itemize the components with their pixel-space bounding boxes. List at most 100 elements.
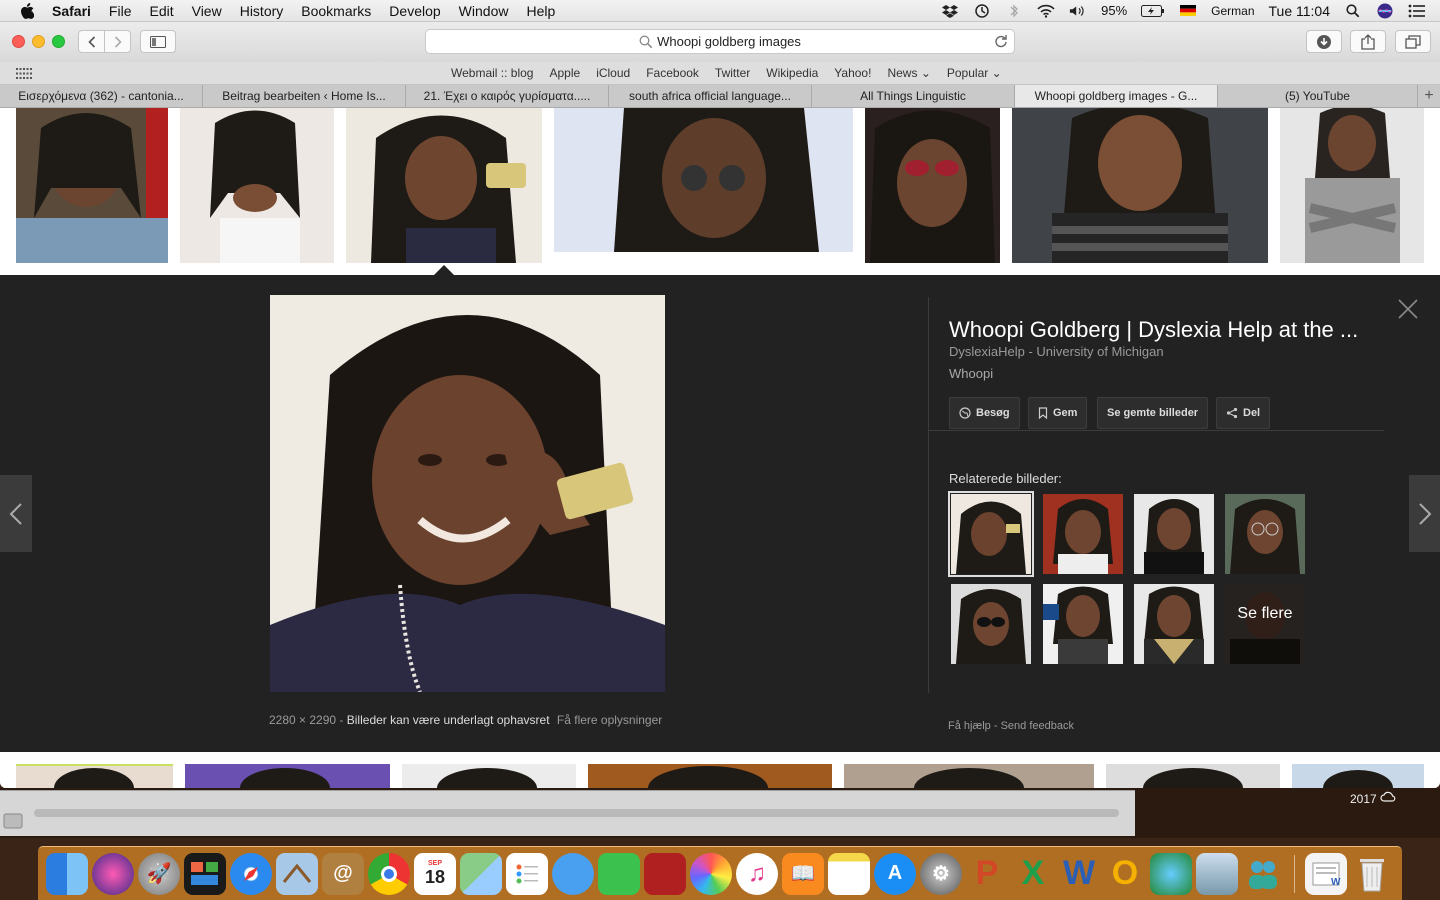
directory-utility-icon[interactable] [1196,852,1238,895]
image-result-thumbnail[interactable] [1012,108,1268,263]
menu-file[interactable]: File [109,3,132,19]
menu-window[interactable]: Window [459,3,509,19]
launchpad-icon[interactable]: 🚀 [138,852,180,895]
menu-help[interactable]: Help [526,3,555,19]
show-all-tabs-button[interactable] [1395,30,1431,53]
minimize-window-button[interactable] [32,35,45,48]
image-result-thumbnail[interactable] [402,764,576,788]
related-image[interactable] [1043,584,1123,664]
view-saved-button[interactable]: Se gemte billeder [1097,397,1209,429]
photos-icon[interactable] [690,852,732,895]
ibooks-icon[interactable]: 📖 [782,852,824,895]
siri-icon[interactable] [92,852,134,895]
more-info-link[interactable]: Få flere oplysninger [557,713,662,727]
image-result-thumbnail[interactable] [588,764,832,788]
wifi-icon[interactable] [1037,4,1055,18]
horizontal-scrollbar[interactable] [34,809,1119,817]
trash-icon[interactable] [1351,853,1393,895]
related-image[interactable] [951,584,1031,664]
favorite-news-folder[interactable]: News ⌄ [887,66,930,80]
image-result-thumbnail[interactable] [1292,764,1424,788]
reminders-icon[interactable] [506,852,548,895]
image-result-thumbnail[interactable] [844,764,1094,788]
time-machine-icon[interactable] [973,3,991,18]
favorite-yahoo[interactable]: Yahoo! [834,66,871,80]
app-store-icon[interactable]: A [874,852,916,895]
address-bar[interactable]: Whoopi goldberg images [425,29,1015,54]
battery-percent[interactable]: 95% [1101,3,1127,18]
related-image[interactable] [1134,584,1214,664]
bluetooth-icon[interactable] [1005,3,1023,18]
tab-all-things-linguistic[interactable]: All Things Linguistic [812,85,1015,107]
menu-edit[interactable]: Edit [149,3,173,19]
people-app-icon[interactable] [1242,853,1284,895]
favorite-popular-folder[interactable]: Popular ⌄ [947,66,1002,80]
image-result-thumbnail[interactable] [16,108,168,263]
contacts-icon[interactable]: @ [322,852,364,895]
menu-bookmarks[interactable]: Bookmarks [301,3,371,19]
back-button[interactable] [78,30,105,53]
favorite-webmail[interactable]: Webmail :: blog [451,66,533,80]
tab-greek-article[interactable]: 21. Έχει ο καιρός γυρίσματα..... [406,85,609,107]
siri-icon[interactable] [1376,3,1394,18]
maps-icon[interactable] [460,852,502,895]
volume-icon[interactable] [1069,4,1087,18]
menu-view[interactable]: View [192,3,222,19]
messages-icon[interactable] [552,852,594,895]
related-image[interactable] [1043,494,1123,574]
menu-develop[interactable]: Develop [389,3,440,19]
favorite-facebook[interactable]: Facebook [646,66,699,80]
related-image[interactable] [1134,494,1214,574]
input-language[interactable]: German [1211,4,1254,18]
downloads-button[interactable] [1306,30,1342,53]
tab-youtube[interactable]: (5) YouTube [1218,85,1418,107]
share-button[interactable] [1350,30,1386,53]
battery-icon[interactable] [1141,4,1165,18]
image-result-thumbnail[interactable] [554,108,853,252]
feedback-link[interactable]: Send feedback [1001,720,1074,732]
system-preferences-icon[interactable]: ⚙ [920,852,962,895]
powerpoint-icon[interactable]: P [966,853,1008,895]
image-result-thumbnail[interactable] [1280,108,1424,263]
sidebar-toggle-button[interactable] [140,30,176,53]
itunes-icon[interactable]: ♫ [736,852,778,895]
close-window-button[interactable] [12,35,25,48]
related-image[interactable] [1225,494,1305,574]
finder-icon[interactable] [46,852,88,895]
dashboard-icon[interactable] [184,852,226,895]
image-title-link[interactable]: Whoopi Goldberg | Dyslexia Help at the .… [949,317,1358,343]
tab-wordpress[interactable]: Beitrag bearbeiten ‹ Home Is... [203,85,406,107]
tab-mail[interactable]: Εισερχόμενα (362) - cantonia... [0,85,203,107]
image-result-thumbnail-selected[interactable] [346,108,542,263]
preview-image[interactable] [270,295,665,692]
tab-whoopi-images[interactable]: Whoopi goldberg images - G... [1015,85,1218,107]
apple-menu-icon[interactable] [20,2,40,19]
tab-south-africa[interactable]: south africa official language... [609,85,812,107]
facetime-icon[interactable] [598,852,640,895]
word-icon[interactable]: W [1058,853,1100,895]
top-sites-grid-icon[interactable] [16,68,32,79]
notification-center-icon[interactable] [1408,4,1426,18]
image-result-thumbnail[interactable] [1106,764,1280,788]
image-result-thumbnail[interactable] [185,764,390,788]
save-button[interactable]: Gem [1028,397,1088,429]
forward-button[interactable] [104,30,131,53]
visit-button[interactable]: Besøg [949,397,1020,429]
mail-icon[interactable] [276,852,318,895]
document-icon[interactable]: W [1305,852,1347,895]
image-result-thumbnail[interactable] [865,108,1000,263]
notes-icon[interactable] [828,852,870,895]
photo-booth-icon[interactable] [644,852,686,895]
network-utility-icon[interactable] [1150,852,1192,895]
image-result-thumbnail[interactable] [180,108,334,263]
related-image[interactable] [948,491,1034,577]
new-tab-button[interactable]: + [1418,85,1440,107]
see-more-related-button[interactable]: Se flere [1225,584,1305,664]
spotlight-search-icon[interactable] [1344,3,1362,18]
previous-image-button[interactable] [0,475,32,552]
favorite-wikipedia[interactable]: Wikipedia [766,66,818,80]
zoom-window-button[interactable] [52,35,65,48]
outlook-icon[interactable]: O [1104,853,1146,895]
favorite-apple[interactable]: Apple [549,66,580,80]
clock[interactable]: Tue 11:04 [1269,3,1331,19]
